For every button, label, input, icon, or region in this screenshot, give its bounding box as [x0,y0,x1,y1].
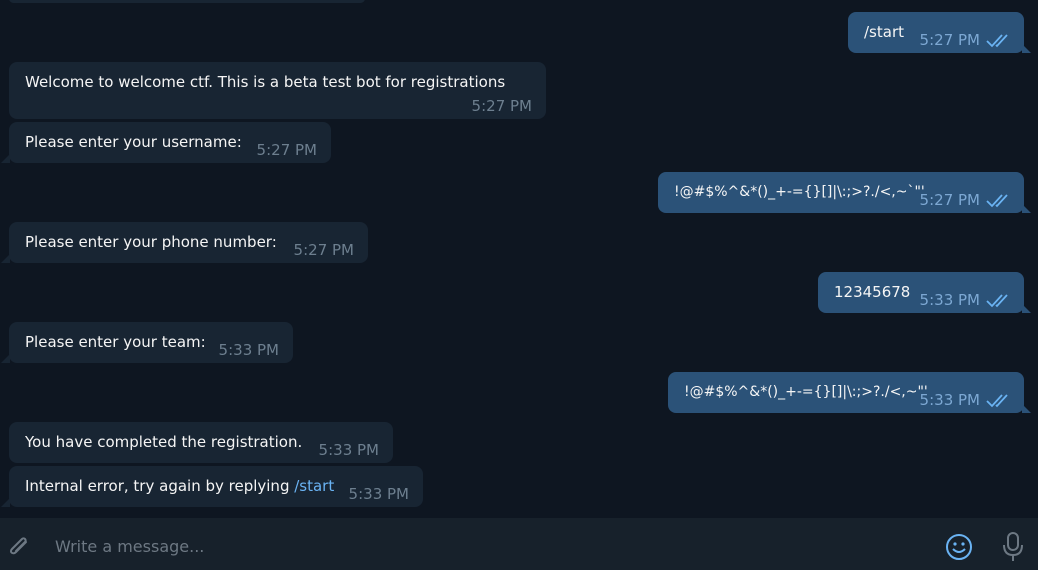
double-check-icon [986,294,1008,308]
message-text: Please enter your username: [25,133,242,151]
message-time: 5:27 PM [919,31,980,49]
message-time: 5:33 PM [348,485,409,503]
smiley-icon[interactable] [944,532,974,562]
bubble-tail [1022,44,1031,53]
microphone-icon[interactable] [1000,530,1026,564]
message-time: 5:27 PM [919,191,980,209]
message-text: !@#$%^&*()_+-={}[]|\:;>?./<,~"' [684,384,928,400]
paperclip-icon[interactable] [6,532,32,560]
message-time: 5:33 PM [218,341,279,359]
message-time: 5:27 PM [256,141,317,159]
start-command-link[interactable]: /start [294,477,334,495]
message-input[interactable]: Write a message... [55,537,204,557]
outgoing-message[interactable]: !@#$%^&*()_+-={}[]|\:;>?./<,~`"' 5:27 PM [658,172,1024,213]
message-text: Please enter your phone number: [25,233,277,251]
incoming-message[interactable]: Please enter your team: 5:33 PM [9,322,293,363]
message-time: 5:27 PM [293,241,354,259]
message-time: 5:33 PM [919,291,980,309]
message-text: You have completed the registration. [25,433,303,451]
message-text: Welcome to welcome ctf. This is a beta t… [25,73,506,91]
message-text: !@#$%^&*()_+-={}[]|\:;>?./<,~`"' [674,184,925,200]
chat-window: /start 5:27 PM Welcome to welcome ctf. T… [0,0,1038,570]
double-check-icon [986,34,1008,48]
incoming-message[interactable]: Internal error, try again by replying /s… [9,466,423,507]
bubble-tail [1,354,10,363]
message-text: Please enter your team: [25,333,206,351]
incoming-message[interactable]: Welcome to welcome ctf. This is a beta t… [9,62,546,119]
message-composer: Write a message... [0,518,1038,570]
bubble-tail [1022,204,1031,213]
outgoing-message[interactable]: /start 5:27 PM [848,12,1024,53]
incoming-message[interactable]: You have completed the registration. 5:3… [9,422,393,463]
bubble-tail [1,498,10,507]
message-time: 5:33 PM [318,441,379,459]
message-text[interactable]: /start [864,22,904,42]
previous-message-bubble [9,0,365,3]
bubble-tail [1,154,10,163]
message-text: Internal error, try again by replying [25,477,295,495]
outgoing-message[interactable]: 12345678 5:33 PM [818,272,1024,313]
double-check-icon [986,194,1008,208]
bubble-tail [1,254,10,263]
incoming-message[interactable]: Please enter your username: 5:27 PM [9,122,331,163]
message-text: 12345678 [834,283,911,301]
message-time: 5:33 PM [919,391,980,409]
bubble-tail [1022,304,1031,313]
incoming-message[interactable]: Please enter your phone number: 5:27 PM [9,222,368,263]
message-time: 5:27 PM [471,97,532,115]
bubble-tail [1022,404,1031,413]
message-text-wrapper: Internal error, try again by replying /s… [25,476,334,496]
outgoing-message[interactable]: !@#$%^&*()_+-={}[]|\:;>?./<,~"' 5:33 PM [668,372,1024,413]
double-check-icon [986,394,1008,408]
